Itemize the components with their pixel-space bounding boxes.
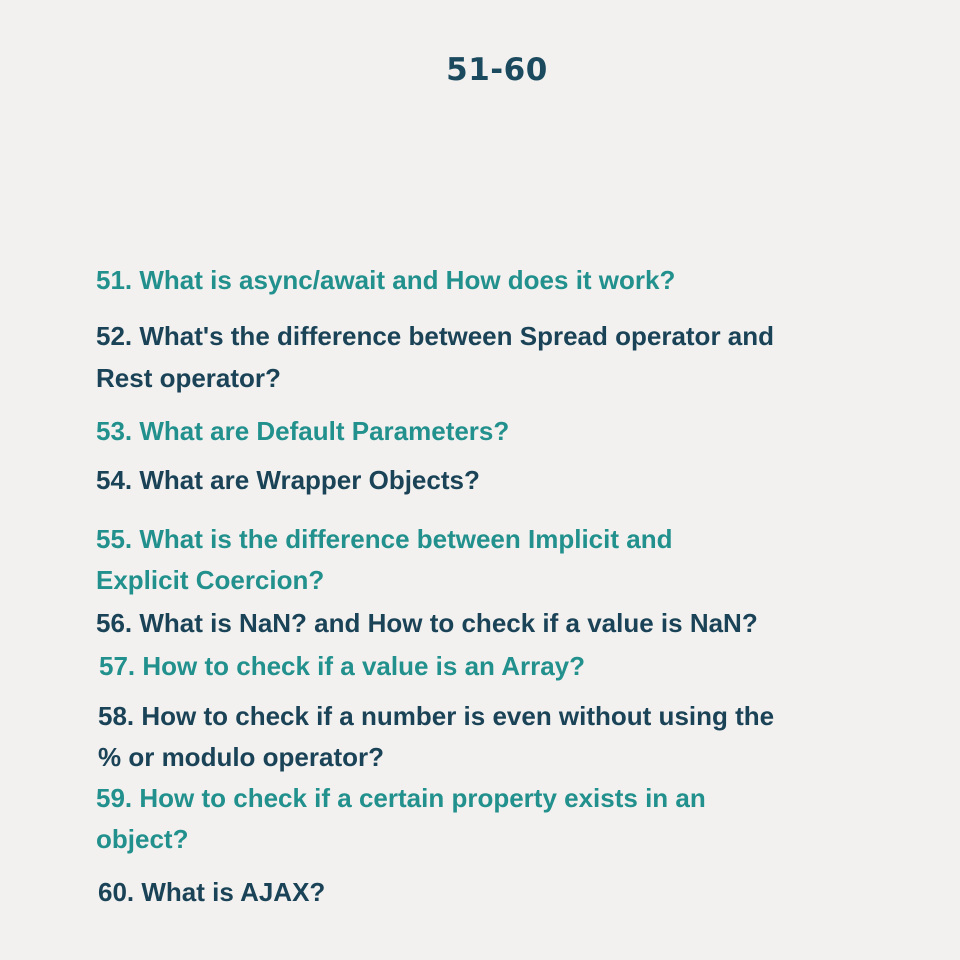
question-60-line-1: 60. What is AJAX? bbox=[98, 877, 326, 907]
question-52-line-2: Rest operator? bbox=[96, 363, 281, 393]
question-56-line-1: 56. What is NaN? and How to check if a v… bbox=[96, 608, 758, 638]
question-58-line-1: 58. How to check if a number is even wit… bbox=[98, 701, 775, 731]
page-title: 51-60 bbox=[446, 52, 548, 88]
question-54-line-1: 54. What are Wrapper Objects? bbox=[96, 465, 480, 495]
question-52-line-1: 52. What's the difference between Spread… bbox=[96, 321, 775, 351]
question-59-line-1: 59. How to check if a certain property e… bbox=[96, 783, 706, 813]
question-59-line-2: object? bbox=[96, 824, 189, 854]
question-55-line-2: Explicit Coercion? bbox=[96, 565, 325, 595]
question-57-line-1: 57. How to check if a value is an Array? bbox=[99, 651, 586, 681]
question-55-line-1: 55. What is the difference between Impli… bbox=[96, 524, 673, 554]
question-51-line-1: 51. What is async/await and How does it … bbox=[96, 265, 676, 295]
question-58-line-2: % or modulo operator? bbox=[98, 742, 384, 772]
question-53-line-1: 53. What are Default Parameters? bbox=[96, 416, 510, 446]
